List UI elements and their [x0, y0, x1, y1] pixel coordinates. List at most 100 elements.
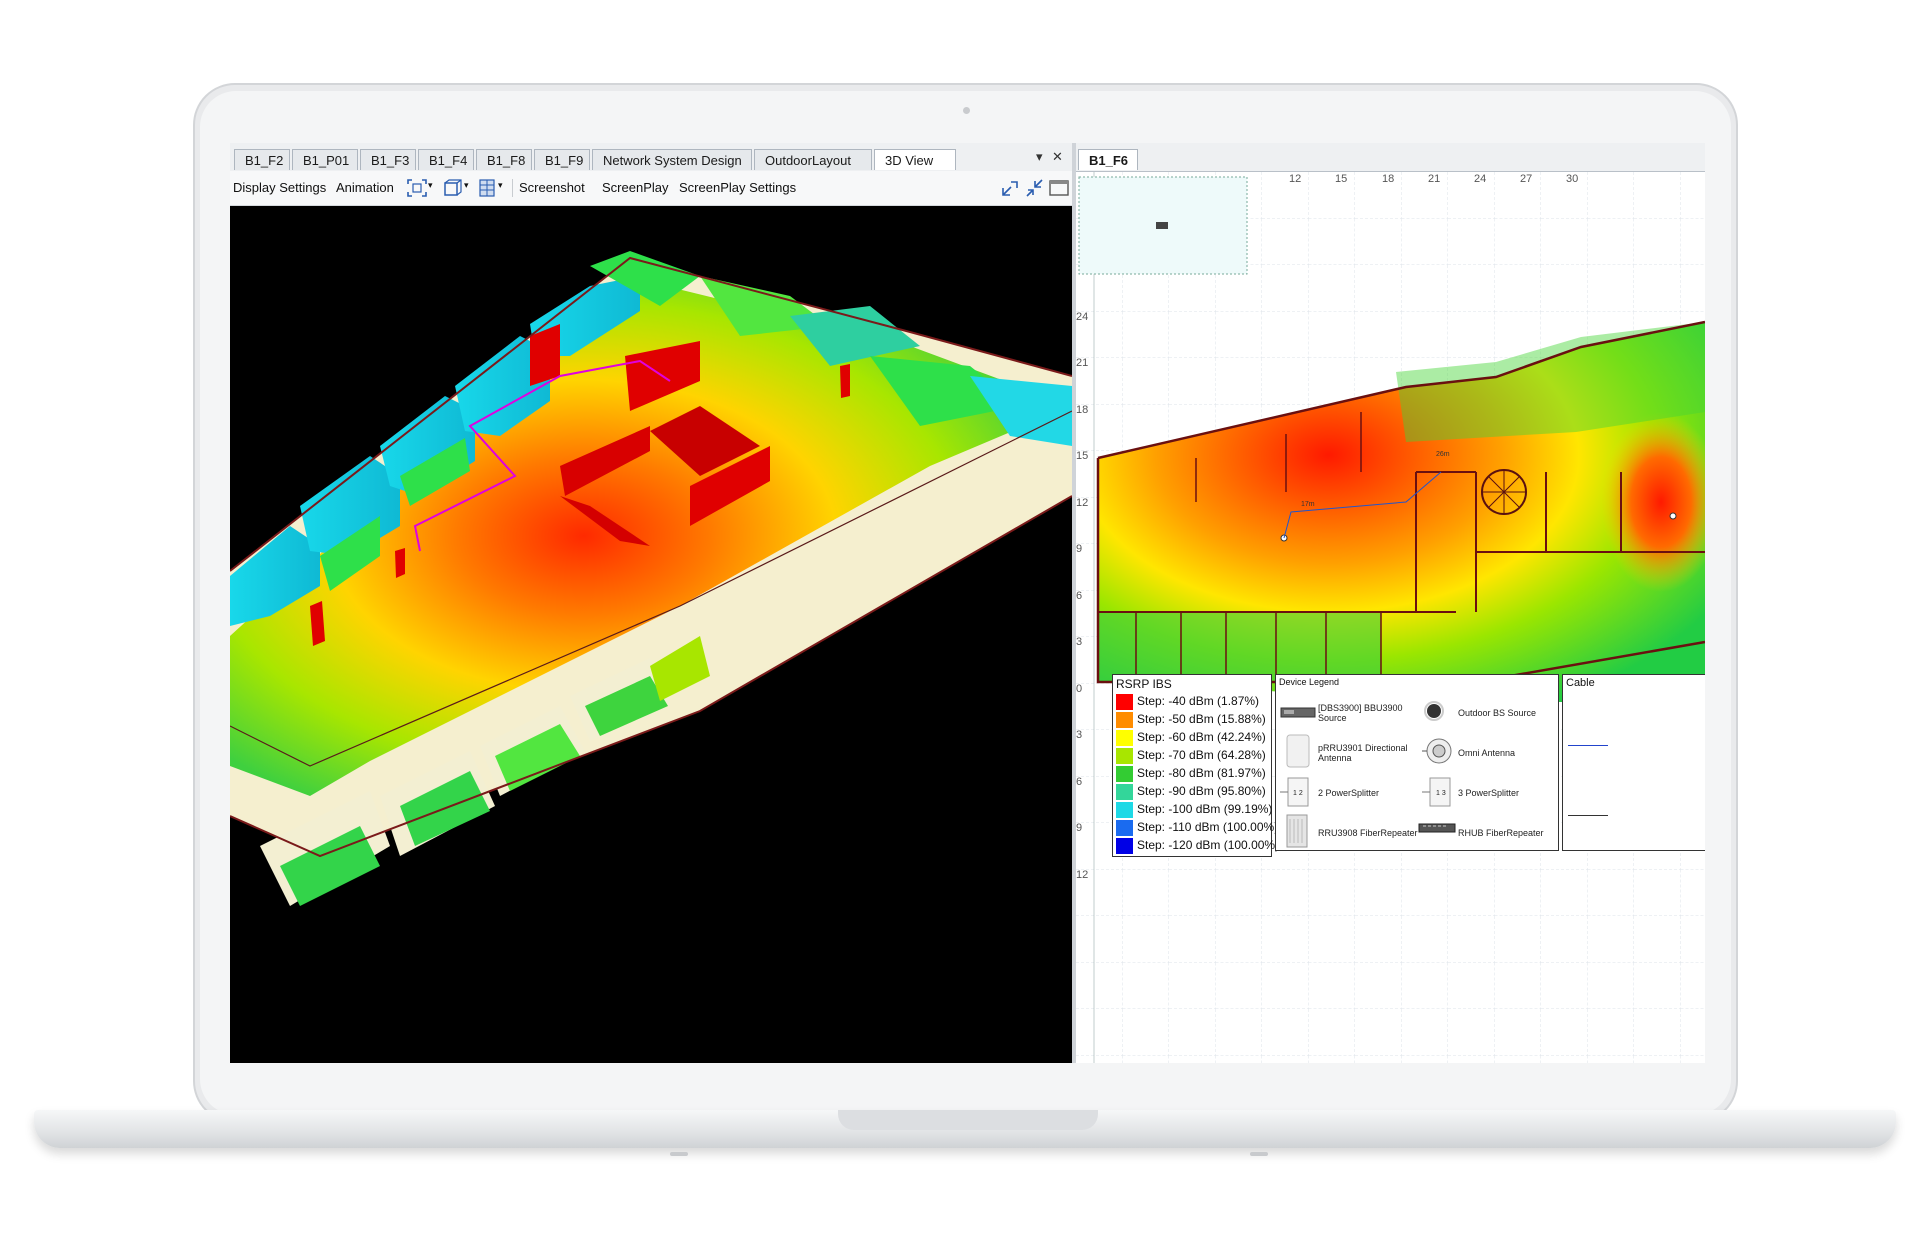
tab-close-icon[interactable]: ✕	[1052, 149, 1063, 165]
x-tick: 21	[1428, 173, 1440, 185]
y-tick: 6	[1076, 776, 1082, 788]
rsrp-color-swatch	[1116, 730, 1133, 746]
tab-b1-f8[interactable]: B1_F8	[476, 149, 532, 170]
3-powersplitter-mark: 1 3	[1436, 790, 1446, 797]
spiral-stair-steps	[1482, 470, 1526, 514]
rsrp-legend-row: Step: -110 dBm (100.00%)	[1116, 818, 1278, 836]
screenshot-button[interactable]: Screenshot	[519, 180, 585, 195]
rsrp-color-swatch	[1116, 766, 1133, 782]
device-legend-title: Device Legend	[1279, 677, 1340, 687]
y-tick: 21	[1076, 357, 1088, 369]
room-row-heat	[1098, 612, 1381, 682]
tab-outdoor-layout[interactable]: OutdoorLayout	[754, 149, 872, 170]
rsrp-legend-row: Step: -120 dBm (100.00%)	[1116, 836, 1279, 854]
rsrp-step-label: Step: -50 dBm (15.88%)	[1137, 712, 1266, 726]
y-tick: 6	[1076, 590, 1082, 602]
tab-network-system-design[interactable]: Network System Design	[592, 149, 752, 170]
x-tick: 12	[1289, 173, 1301, 185]
y-tick: 24	[1076, 311, 1088, 323]
rsrp-legend-row: Step: -90 dBm (95.80%)	[1116, 782, 1271, 800]
laptop-notch	[838, 1110, 1098, 1130]
2-powersplitter-label: 2 PowerSplitter	[1318, 788, 1380, 798]
3-powersplitter-label: 3 PowerSplitter	[1458, 788, 1520, 798]
rsrp-legend-row: Step: -40 dBm (1.87%)	[1116, 692, 1271, 710]
rsrp-color-swatch	[1116, 712, 1133, 728]
tab-b1-f4[interactable]: B1_F4	[418, 149, 474, 170]
cable-swatch	[1568, 745, 1608, 746]
bbu-label: [DBS3900] BBU3900 Source	[1318, 703, 1403, 723]
fit-view-icon[interactable]	[406, 178, 428, 198]
tab-b1-f2[interactable]: B1_F2	[234, 149, 290, 170]
y-tick: 3	[1076, 636, 1082, 648]
rsrp-legend-row: Step: -70 dBm (64.28%)	[1116, 746, 1271, 764]
bbu-device-icon	[1156, 222, 1168, 229]
cable-legend-title: Cable	[1566, 677, 1595, 689]
x-tick: 27	[1520, 173, 1532, 185]
y-tick: 9	[1076, 543, 1082, 555]
outdoor-bs-icon	[1424, 701, 1444, 721]
tab-b1-f9[interactable]: B1_F9	[534, 149, 590, 170]
box-view-icon[interactable]	[442, 178, 464, 198]
2-powersplitter-mark: 1 2	[1293, 790, 1303, 797]
y-tick: 15	[1076, 450, 1088, 462]
animation-button[interactable]: Animation	[336, 180, 394, 195]
floor-plan-canvas[interactable]: 26m 17m 12 15 18 21 24 27 30 24 21 18 15…	[1076, 172, 1705, 1063]
rsrp-color-swatch	[1116, 784, 1133, 800]
laptop-foot	[1250, 1152, 1268, 1156]
wall-block	[840, 364, 850, 398]
expand-icon[interactable]	[1000, 178, 1022, 198]
rsrp-legend-row: Step: -80 dBm (81.97%)	[1116, 764, 1271, 782]
collapse-icon[interactable]	[1024, 178, 1046, 198]
left-tab-bar: B1_F2 B1_P01 B1_F3 B1_F4 B1_F8 B1_F9 Net…	[230, 143, 1072, 172]
3d-view-canvas[interactable]	[230, 206, 1072, 1063]
bbu-icon	[1280, 707, 1316, 718]
rsrp-color-swatch	[1116, 694, 1133, 710]
screenplay-settings-button[interactable]: ScreenPlay Settings	[679, 180, 796, 195]
y-tick: 0	[1076, 683, 1082, 695]
tab-b1-f3[interactable]: B1_F3	[360, 149, 416, 170]
rsrp-step-label: Step: -80 dBm (81.97%)	[1137, 766, 1266, 780]
prru-label: pRRU3901 Directional Antenna	[1318, 743, 1408, 763]
laptop-foot	[670, 1152, 688, 1156]
window-icon[interactable]	[1048, 178, 1070, 198]
rsrp-legend-row: Step: -50 dBm (15.88%)	[1116, 710, 1271, 728]
omni-antenna-icon	[1422, 738, 1452, 764]
floor-stack-dropdown-icon[interactable]: ▾	[498, 180, 503, 191]
rsrp-legend-row: Step: -100 dBm (99.19%)	[1116, 800, 1273, 818]
rhub-icon	[1418, 823, 1456, 833]
rsrp-legend: RSRP IBS Step: -40 dBm (1.87%) Step: -50 …	[1112, 674, 1279, 857]
y-tick: 18	[1076, 404, 1088, 416]
right-pane: B1_F6 26m 17m 12 15 18 21 24 27 30 24 21…	[1076, 143, 1705, 1063]
y-tick: 12	[1076, 497, 1088, 509]
display-settings-button[interactable]: Display Settings	[233, 180, 326, 195]
y-tick: 12	[1076, 869, 1088, 881]
rsrp-step-label: Step: -90 dBm (95.80%)	[1137, 784, 1266, 798]
app-screen: B1_F2 B1_P01 B1_F3 B1_F4 B1_F8 B1_F9 Net…	[230, 143, 1705, 1063]
rsrp-legend-row: Step: -60 dBm (42.24%)	[1116, 728, 1271, 746]
rsrp-step-label: Step: -70 dBm (64.28%)	[1137, 748, 1266, 762]
tab-b1-f6[interactable]: B1_F6	[1078, 149, 1138, 170]
outdoor-bs-label: Outdoor BS Source	[1458, 708, 1537, 718]
rsrp-step-label: Step: -100 dBm (99.19%)	[1137, 802, 1273, 816]
rru-label: RRU3908 FiberRepeater	[1318, 828, 1418, 838]
antenna-marker[interactable]	[1669, 512, 1677, 520]
tab-3d-view[interactable]: 3D View	[874, 149, 956, 170]
left-pane: B1_F2 B1_P01 B1_F3 B1_F4 B1_F8 B1_F9 Net…	[230, 143, 1072, 1063]
rsrp-step-label: Step: -60 dBm (42.24%)	[1137, 730, 1266, 744]
screenplay-button[interactable]: ScreenPlay	[602, 180, 668, 195]
wall-block	[395, 548, 405, 578]
right-tab-bar: B1_F6	[1076, 143, 1705, 172]
x-tick: 18	[1382, 173, 1394, 185]
rsrp-step-label: Step: -120 dBm (100.00%)	[1137, 838, 1280, 852]
cable-swatch	[1568, 815, 1608, 816]
fit-view-dropdown-icon[interactable]: ▾	[428, 180, 433, 191]
rsrp-color-swatch	[1116, 838, 1133, 854]
omni-antenna-label: Omni Antenna	[1458, 748, 1516, 758]
dimension-label: 26m	[1436, 451, 1450, 458]
x-tick: 15	[1335, 173, 1347, 185]
floor-stack-icon[interactable]	[476, 178, 498, 198]
tab-b1-p01[interactable]: B1_P01	[292, 149, 358, 170]
device-legend: Device Legend [DBS3900] BBU3900 Source O…	[1275, 674, 1559, 851]
tab-dropdown-icon[interactable]: ▾	[1036, 149, 1043, 165]
box-view-dropdown-icon[interactable]: ▾	[464, 180, 469, 191]
